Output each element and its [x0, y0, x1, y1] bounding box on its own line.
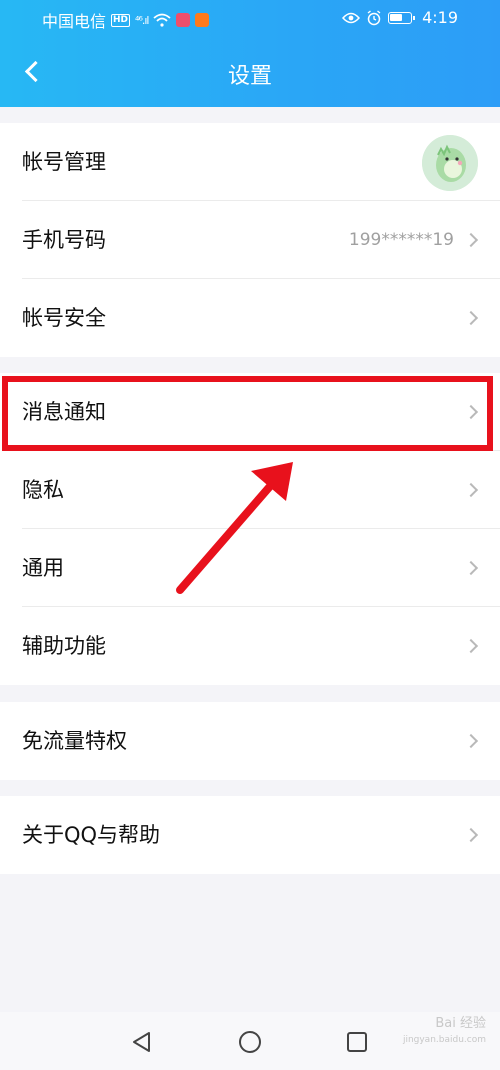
clock-time: 4:19	[422, 8, 458, 27]
battery-icon	[388, 11, 416, 24]
status-bar: 中国电信 HD ⁴⁶.ıl 4:19	[0, 0, 500, 36]
settings-item-label: 关于QQ与帮助	[22, 823, 161, 847]
settings-item-privacy[interactable]: 隐私	[22, 451, 500, 529]
settings-item-general[interactable]: 通用	[22, 529, 500, 607]
settings-item-phone-number[interactable]: 手机号码 199******19	[22, 201, 500, 279]
triangle-back-icon[interactable]	[130, 1030, 154, 1054]
app-header: 中国电信 HD ⁴⁶.ıl 4:19 设置	[0, 0, 500, 107]
settings-item-label: 隐私	[22, 478, 64, 502]
watermark-text: Bai 经验	[435, 1016, 486, 1031]
app-notification-icon	[176, 13, 191, 27]
chevron-right-icon	[463, 232, 479, 248]
signal-icon: ⁴⁶.ıl	[135, 13, 149, 27]
settings-item-about-help[interactable]: 关于QQ与帮助	[22, 796, 500, 874]
settings-group-about: 关于QQ与帮助	[0, 796, 500, 874]
avatar	[422, 135, 478, 191]
phone-number-value: 199******19	[348, 230, 454, 250]
watermark: Bai 经验 jingyan.baidu.com	[403, 1016, 486, 1048]
eye-icon	[342, 12, 361, 23]
circle-home-icon[interactable]	[238, 1030, 262, 1054]
chevron-right-icon	[463, 638, 479, 654]
watermark-subtext: jingyan.baidu.com	[402, 1035, 486, 1045]
chevron-right-icon	[463, 560, 479, 576]
settings-group-data-free: 免流量特权	[0, 702, 500, 780]
settings-item-label: 帐号管理	[22, 150, 106, 174]
chevron-right-icon	[463, 482, 479, 498]
settings-item-accessibility[interactable]: 辅助功能	[22, 607, 500, 685]
chevron-right-icon	[463, 733, 479, 749]
carrier-label: 中国电信	[42, 12, 107, 31]
settings-item-label: 免流量特权	[22, 729, 127, 753]
settings-item-label: 手机号码	[22, 228, 106, 252]
chevron-right-icon	[463, 827, 479, 843]
settings-item-account-security[interactable]: 帐号安全	[22, 279, 500, 357]
settings-item-account-management[interactable]: 帐号管理	[22, 123, 500, 201]
video-app-icon	[195, 13, 210, 27]
settings-item-label: 通用	[22, 556, 64, 580]
page-title: 设置	[227, 64, 272, 89]
square-recent-icon[interactable]	[345, 1030, 369, 1054]
settings-item-label: 帐号安全	[22, 306, 106, 330]
alarm-icon	[367, 9, 381, 25]
settings-item-label: 辅助功能	[22, 634, 106, 658]
settings-item-data-free-privilege[interactable]: 免流量特权	[22, 702, 500, 780]
chevron-right-icon	[463, 310, 479, 326]
highlight-box	[2, 376, 493, 451]
settings-group-account: 帐号管理 手机号码 199******19 帐号安全	[0, 123, 500, 357]
wifi-icon	[153, 13, 172, 27]
hd-badge: HD	[111, 13, 131, 27]
